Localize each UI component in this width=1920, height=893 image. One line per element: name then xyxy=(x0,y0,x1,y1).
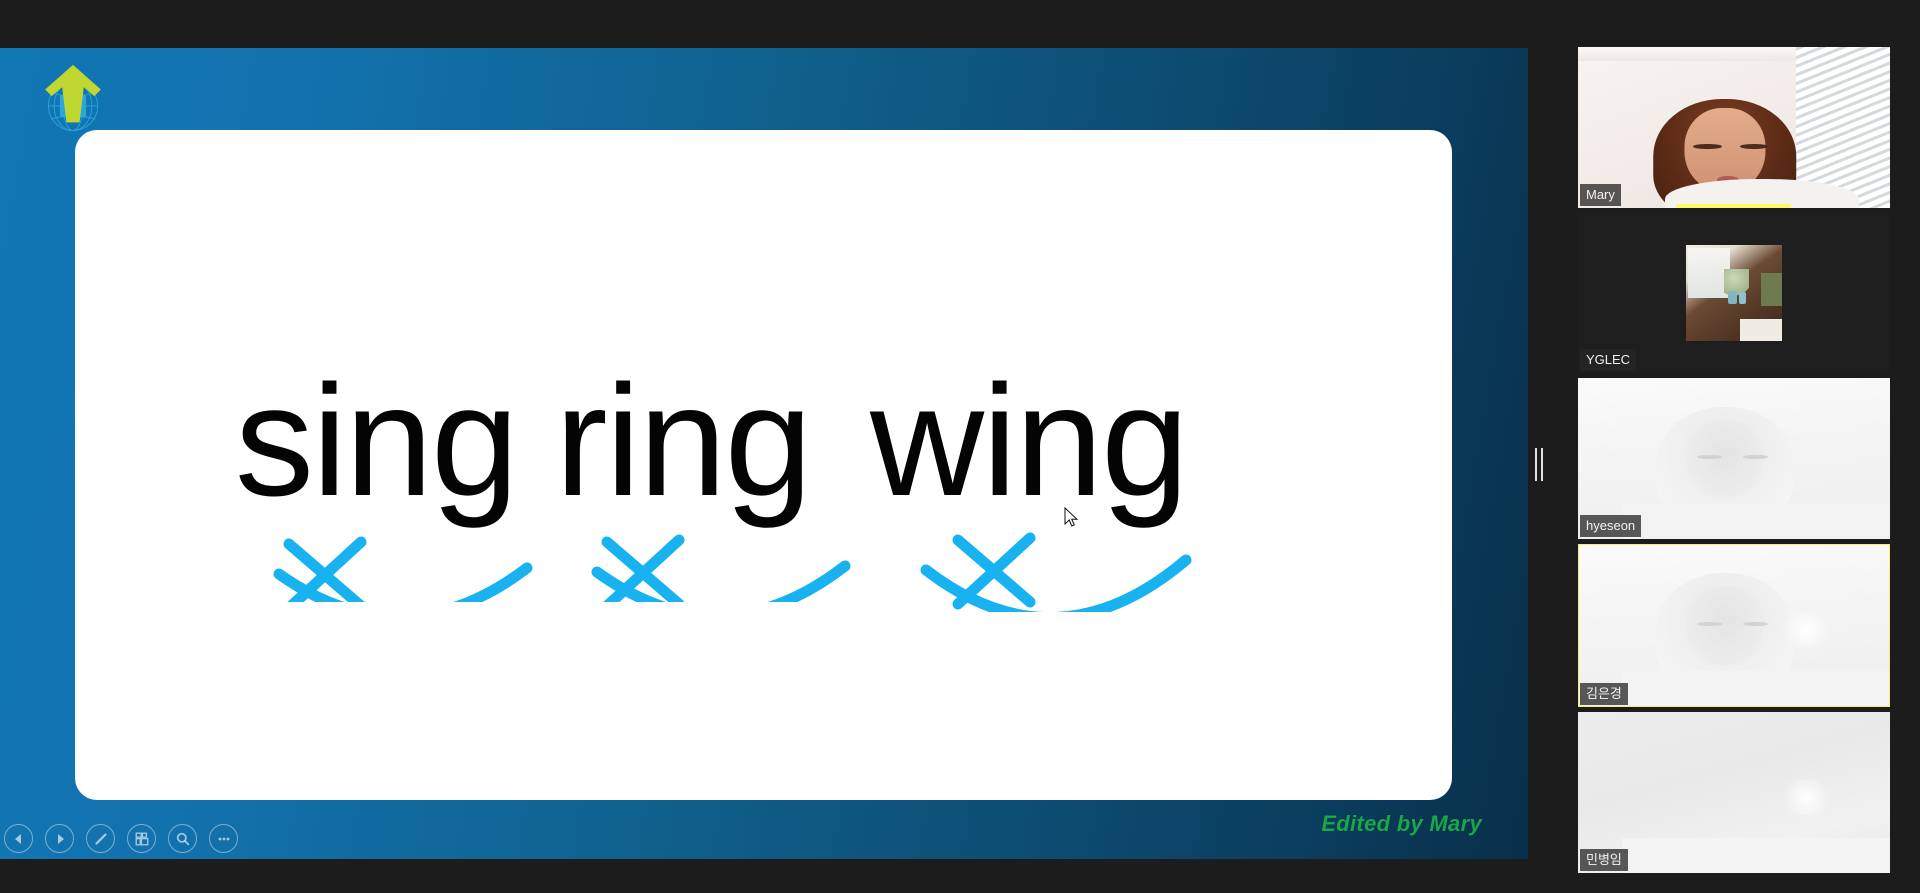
participant-tile-hyeseon[interactable]: hyeseon xyxy=(1578,378,1890,539)
participant-name-label: Mary xyxy=(1580,184,1621,206)
word-item-wing: wing xyxy=(870,353,1192,612)
participant-name-label: 김은경 xyxy=(1580,683,1628,705)
conference-window: E sing ring xyxy=(0,0,1920,893)
slide-credit-text: Edited by Mary xyxy=(1321,811,1482,836)
participant-gallery: Mary YGLEC hyeseon 김은경 민병임 xyxy=(1552,0,1920,893)
mouse-pointer xyxy=(1064,506,1080,534)
shared-screen-region[interactable]: E sing ring xyxy=(0,48,1528,859)
participant-tile-mary[interactable]: Mary xyxy=(1578,47,1890,208)
participant-tile-min-byung-im[interactable]: 민병임 xyxy=(1578,712,1890,873)
participant-tile-yglec[interactable]: YGLEC xyxy=(1578,212,1890,373)
speaking-indicator-bar xyxy=(1676,204,1792,208)
participant-name-label: hyeseon xyxy=(1580,515,1642,537)
word-text: sing xyxy=(235,353,519,529)
video-feed xyxy=(1578,47,1890,208)
word-list: sing ring wing xyxy=(75,130,1452,800)
participant-name-label: YGLEC xyxy=(1580,349,1637,371)
pen-tool-button[interactable] xyxy=(86,824,115,853)
zoom-button[interactable] xyxy=(168,824,197,853)
participant-name-label: 민병임 xyxy=(1580,849,1628,871)
word-item-ring: ring xyxy=(555,353,851,602)
all-slides-button[interactable] xyxy=(127,824,156,853)
more-options-button[interactable] xyxy=(209,824,238,853)
participant-tile-kim-eun-kyung[interactable]: 김은경 xyxy=(1578,544,1890,707)
word-item-sing: sing xyxy=(235,353,533,602)
grip-vertical-icon xyxy=(1534,448,1545,481)
next-slide-button[interactable] xyxy=(45,824,74,853)
panel-drag-handle[interactable] xyxy=(1528,0,1552,893)
word-text: ring xyxy=(555,353,812,529)
slide-canvas[interactable]: sing ring wing xyxy=(75,130,1452,800)
presenter-toolbar xyxy=(4,824,238,853)
word-text: wing xyxy=(870,353,1189,529)
previous-slide-button[interactable] xyxy=(4,824,33,853)
